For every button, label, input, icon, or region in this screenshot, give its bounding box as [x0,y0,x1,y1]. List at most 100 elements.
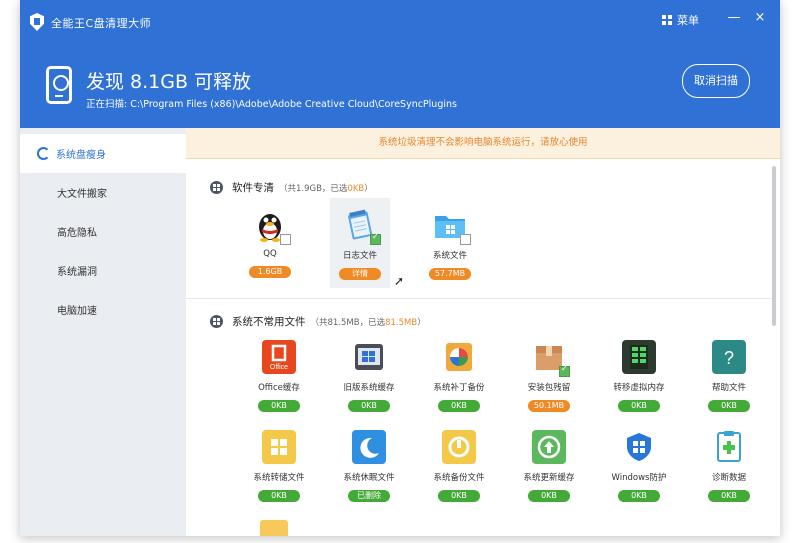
sidebar-item-vulnerability[interactable]: 系统漏洞 [20,251,186,290]
sidebar-item-system-slim[interactable]: 系统盘瘦身 [20,134,186,173]
clean-item-old-system-cache[interactable]: 旧版系统缓存 0KB [339,340,399,412]
item-name: QQ [263,249,277,259]
item-name: Office缓存 [258,383,300,393]
sidebar: 系统盘瘦身 大文件搬家 高危隐私 系统漏洞 电脑加速 [20,128,186,536]
patch-backup-icon [442,340,476,374]
item-name: 日志文件 [342,251,377,261]
select-checkbox[interactable] [280,234,291,245]
section-summary: （共81.5MB，已选81.5MB） [310,317,426,328]
shield-logo-icon [30,13,44,31]
select-checkbox[interactable] [559,364,570,377]
mouse-pointer-icon: ➚ [394,274,405,288]
item-size-badge: 50.1MB [528,400,570,412]
svg-text:Office: Office [270,364,288,371]
hibernate-icon [352,430,386,464]
clean-item-update-cache[interactable]: 系统更新缓存 0KB [519,430,579,502]
item-size-badge: 0KB [618,490,660,502]
clean-item-office-cache[interactable]: Office Office缓存 0KB [249,340,309,412]
item-size-badge: 1.6GB [249,266,291,278]
backup-file-icon [442,430,476,464]
item-name: 旧版系统缓存 [343,383,395,393]
qq-penguin-icon [253,208,291,245]
vertical-scrollbar[interactable] [772,166,776,326]
memory-chip-icon [622,340,656,374]
minimize-button[interactable]: — [726,10,742,26]
clean-item-backup-files[interactable]: 系统备份文件 0KB [429,430,489,502]
app-title: 全能王C盘清理大师 [51,17,152,30]
section-title-text: 系统不常用文件 [232,316,306,328]
details-button[interactable]: 详情 [339,268,381,280]
item-name: 帮助文件 [711,383,746,393]
clean-item-log-files[interactable]: 日志文件 详情 [330,208,390,280]
item-name: 系统转储文件 [253,473,305,483]
section-divider [186,298,772,299]
apps-grid-icon [210,181,223,194]
item-size-badge: 0KB [348,400,390,412]
item-name: 系统文件 [432,251,467,261]
clean-item-patch-backup[interactable]: 系统补丁备份 0KB [429,340,489,412]
item-size-badge: 0KB [708,400,750,412]
item-size-badge: 0KB [708,490,750,502]
item-name: 系统备份文件 [433,473,485,483]
clean-item-system-files[interactable]: 系统文件 57.7MB [420,208,480,280]
item-name: 诊断数据 [711,473,746,483]
diagnostic-data-icon [712,430,746,464]
section-summary: （共1.9GB，已选0KB） [279,183,373,194]
update-cache-icon [532,430,566,464]
sidebar-item-big-files[interactable]: 大文件搬家 [20,173,186,212]
sidebar-item-privacy[interactable]: 高危隐私 [20,212,186,251]
sidebar-item-label: 系统漏洞 [57,267,97,278]
scan-status: 正在扫描: C:\Program Files (x86)\Adobe\Adobe… [86,99,457,110]
item-name: 系统更新缓存 [523,473,575,483]
svg-text:?: ? [724,348,734,368]
clean-item-windows-defender[interactable]: Windows防护 0KB [609,430,669,502]
item-size-badge: 0KB [258,400,300,412]
close-button[interactable]: × [752,10,768,26]
title-bar: 全能王C盘清理大师 菜单 — × 发现 8.1GB 可释放 正在扫描: C:\P… [20,0,780,128]
section-system-title: 系统不常用文件 （共81.5MB，已选81.5MB） [210,314,426,329]
log-notepad-icon [343,208,381,245]
item-name: 系统休眠文件 [343,473,395,483]
select-checkbox[interactable] [370,232,381,245]
clean-item-installer-residue[interactable]: 安装包残留 50.1MB [519,340,579,412]
sidebar-item-label: 系统盘瘦身 [56,150,106,161]
clean-item-hibernate-files[interactable]: 系统休眠文件 已删除 [339,430,399,502]
item-size-badge: 0KB [618,400,660,412]
item-name: 系统补丁备份 [433,383,485,393]
sidebar-item-label: 大文件搬家 [57,189,107,200]
sidebar-item-speedup[interactable]: 电脑加速 [20,290,186,329]
scan-headline: 发现 8.1GB 可释放 [86,71,252,93]
clean-item-virtual-memory[interactable]: 转移虚拟内存 0KB [609,340,669,412]
clean-item-diagnostic-data[interactable]: 诊断数据 0KB [699,430,759,502]
menu-grid-icon [662,15,672,25]
item-size-badge: 已删除 [348,490,390,502]
item-size-badge: 0KB [438,490,480,502]
notice-banner: 系统垃圾清理不会影响电脑系统运行，请放心使用 [186,128,780,159]
hard-disk-icon [46,66,72,104]
menu-label: 菜单 [677,14,699,27]
old-windows-icon [352,340,386,374]
clean-item-dump-files[interactable]: 系统转储文件 0KB [249,430,309,502]
item-name: Windows防护 [611,473,667,483]
app-window: 全能王C盘清理大师 菜单 — × 发现 8.1GB 可释放 正在扫描: C:\P… [20,0,780,536]
menu-button[interactable]: 菜单 [662,12,699,28]
cancel-scan-button[interactable]: 取消扫描 [682,64,750,98]
item-size-badge: 0KB [258,490,300,502]
office-icon: Office [262,340,296,374]
windows-folder-icon [433,208,471,245]
dump-file-icon [262,430,296,464]
sidebar-item-label: 电脑加速 [57,306,97,317]
section-title-text: 软件专清 [232,182,274,194]
section-software-title: 软件专清 （共1.9GB，已选0KB） [210,180,373,195]
apps-grid-icon [210,315,223,328]
clean-item-qq[interactable]: QQ 1.6GB [240,208,300,278]
select-checkbox[interactable] [460,234,471,245]
main-panel: 系统垃圾清理不会影响电脑系统运行，请放心使用 软件专清 （共1.9GB，已选0K… [186,128,780,536]
clean-item-help-files[interactable]: ? 帮助文件 0KB [699,340,759,412]
item-size-badge: 57.7MB [429,268,471,280]
help-file-icon: ? [712,340,746,374]
windows-defender-icon [622,430,656,464]
item-name: 安装包残留 [527,383,571,393]
item-size-badge: 0KB [438,400,480,412]
next-row-icon [260,520,288,536]
